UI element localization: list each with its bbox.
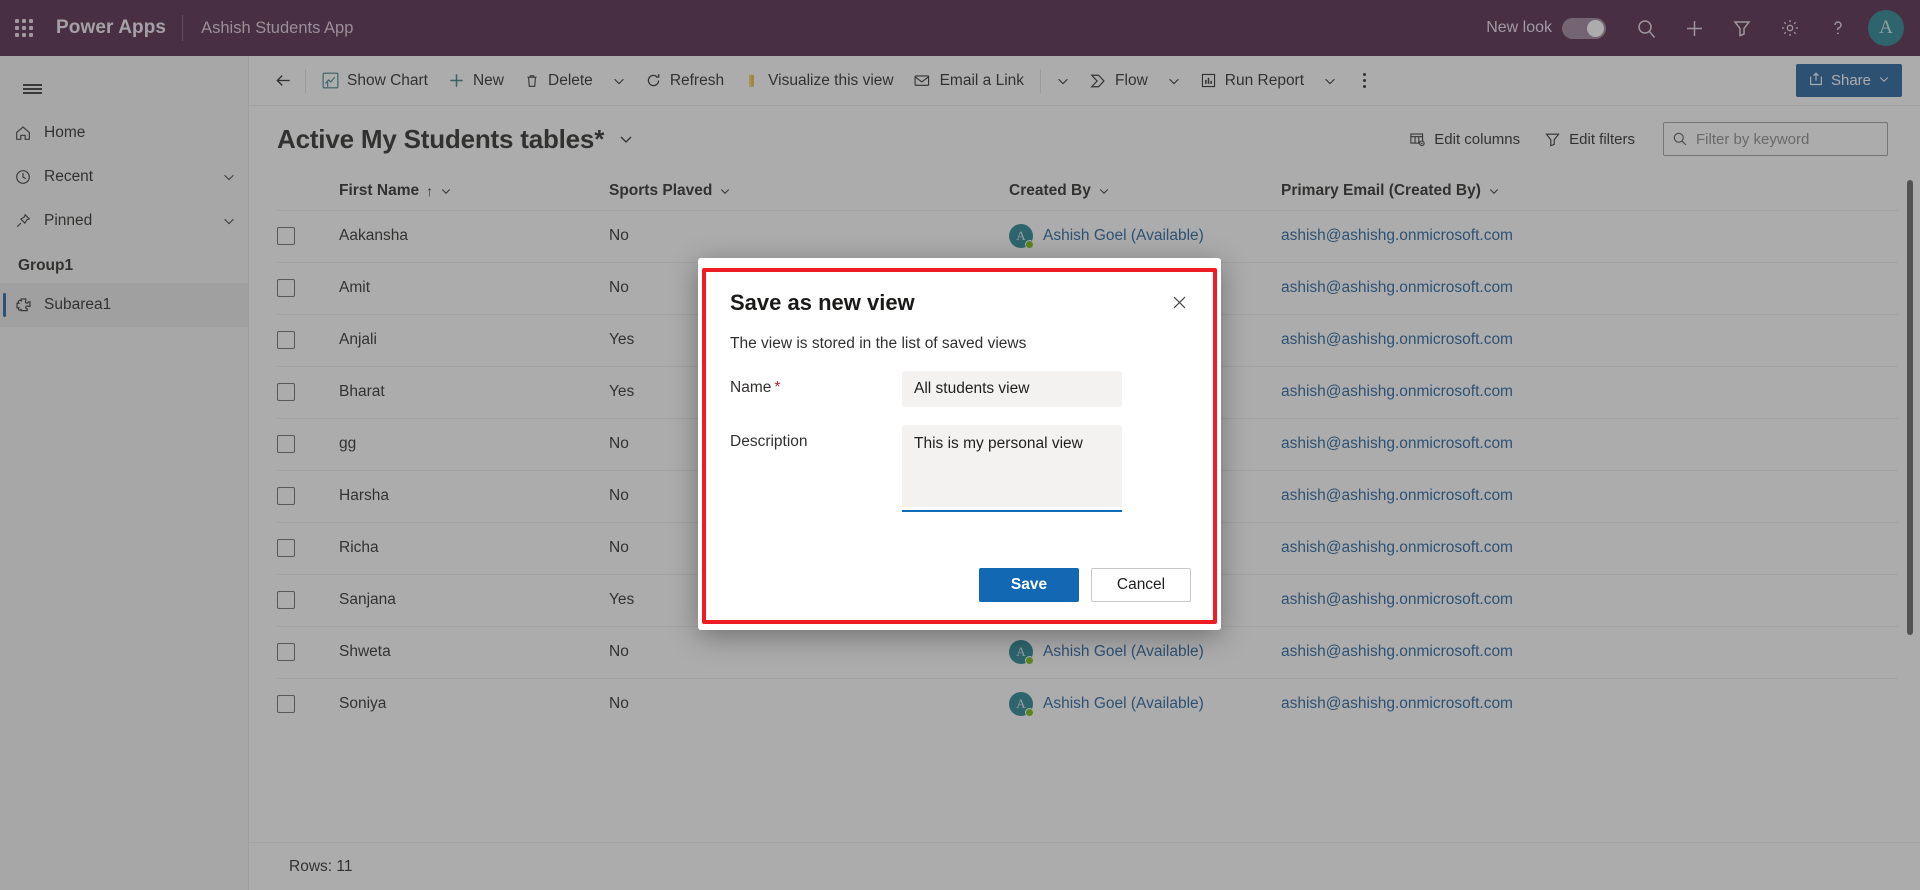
- save-button[interactable]: Save: [979, 568, 1079, 602]
- save-as-new-view-dialog: Save as new view The view is stored in t…: [698, 258, 1221, 630]
- close-icon[interactable]: [1165, 288, 1193, 316]
- name-field-label: Name*: [730, 371, 902, 397]
- dialog-subtitle: The view is stored in the list of saved …: [730, 335, 1191, 353]
- cancel-button[interactable]: Cancel: [1091, 568, 1191, 602]
- view-description-input[interactable]: This is my personal view: [902, 425, 1122, 507]
- name-field-row: Name*: [730, 371, 1191, 407]
- required-asterisk: *: [774, 379, 780, 396]
- description-focus-underline: [902, 510, 1122, 512]
- description-field-row: Description This is my personal view: [730, 425, 1191, 512]
- name-label-text: Name: [730, 379, 771, 396]
- description-field-label: Description: [730, 425, 902, 451]
- view-name-input[interactable]: [902, 371, 1122, 407]
- app-root: Power Apps Ashish Students App New look: [0, 0, 1920, 890]
- dialog-title: Save as new view: [730, 290, 1191, 316]
- dialog-actions: Save Cancel: [730, 568, 1191, 602]
